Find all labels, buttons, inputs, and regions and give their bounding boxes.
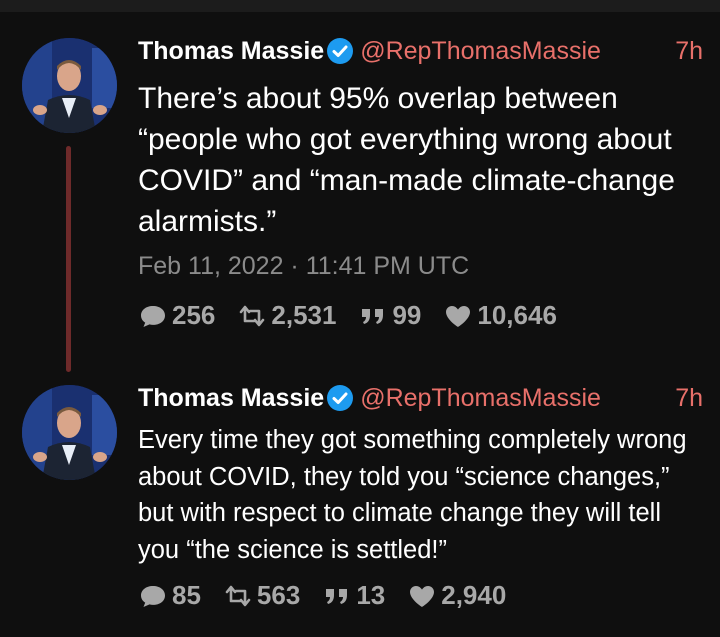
reply-count: 256 [172, 300, 216, 330]
author-name[interactable]: Thomas Massie [138, 384, 324, 412]
verified-badge-icon [326, 37, 354, 65]
comment-icon [141, 305, 165, 327]
tweet-time[interactable]: 7h [675, 381, 703, 415]
tweet-stats: 256 2,531 99 10,646 [138, 300, 579, 331]
quote-icon [326, 588, 348, 604]
retweet-stat[interactable]: 2,531 [237, 300, 336, 331]
tweet-text: There’s about 95% overlap between “peopl… [138, 82, 675, 238]
retweet-count: 563 [256, 580, 301, 610]
heart-icon [446, 305, 471, 327]
tweet-date[interactable]: Feb 11, 2022 · 11:41 PM UTC [138, 252, 469, 281]
quote-stat[interactable]: 99 [358, 300, 421, 331]
top-bar [0, 0, 720, 12]
avatar[interactable] [22, 385, 117, 480]
heart-icon [410, 585, 435, 607]
reply-stat[interactable]: 256 [138, 300, 215, 331]
reply-count: 85 [172, 580, 201, 610]
like-stat[interactable]: 2,940 [407, 580, 506, 611]
comment-icon [141, 585, 165, 607]
tweet-stats: 85 563 13 2,940 [138, 580, 528, 611]
retweet-stat[interactable]: 563 [223, 580, 300, 611]
retweet-count: 2,531 [271, 300, 337, 330]
like-stat[interactable]: 10,646 [443, 300, 557, 331]
quote-stat[interactable]: 13 [322, 580, 385, 611]
like-count: 10,646 [477, 300, 557, 330]
avatar[interactable] [22, 38, 117, 133]
tweet-time[interactable]: 7h [675, 34, 703, 68]
tweet-header: Thomas Massie @RepThomasMassie 7h [138, 381, 703, 415]
thread-connector-line [66, 146, 71, 372]
retweet-icon [240, 305, 265, 326]
tweet-text: Every time they got something completely… [138, 426, 687, 564]
like-count: 2,940 [441, 580, 507, 610]
quote-icon [362, 308, 384, 324]
quote-count: 13 [356, 580, 386, 610]
author-handle[interactable]: @RepThomasMassie [360, 37, 601, 65]
retweet-icon [225, 585, 251, 606]
author-name[interactable]: Thomas Massie [138, 37, 324, 65]
verified-badge-icon [326, 384, 354, 412]
author-handle[interactable]: @RepThomasMassie [360, 384, 601, 412]
reply-stat[interactable]: 85 [138, 580, 201, 611]
quote-count: 99 [392, 300, 422, 330]
tweet-header: Thomas Massie @RepThomasMassie 7h [138, 34, 703, 68]
